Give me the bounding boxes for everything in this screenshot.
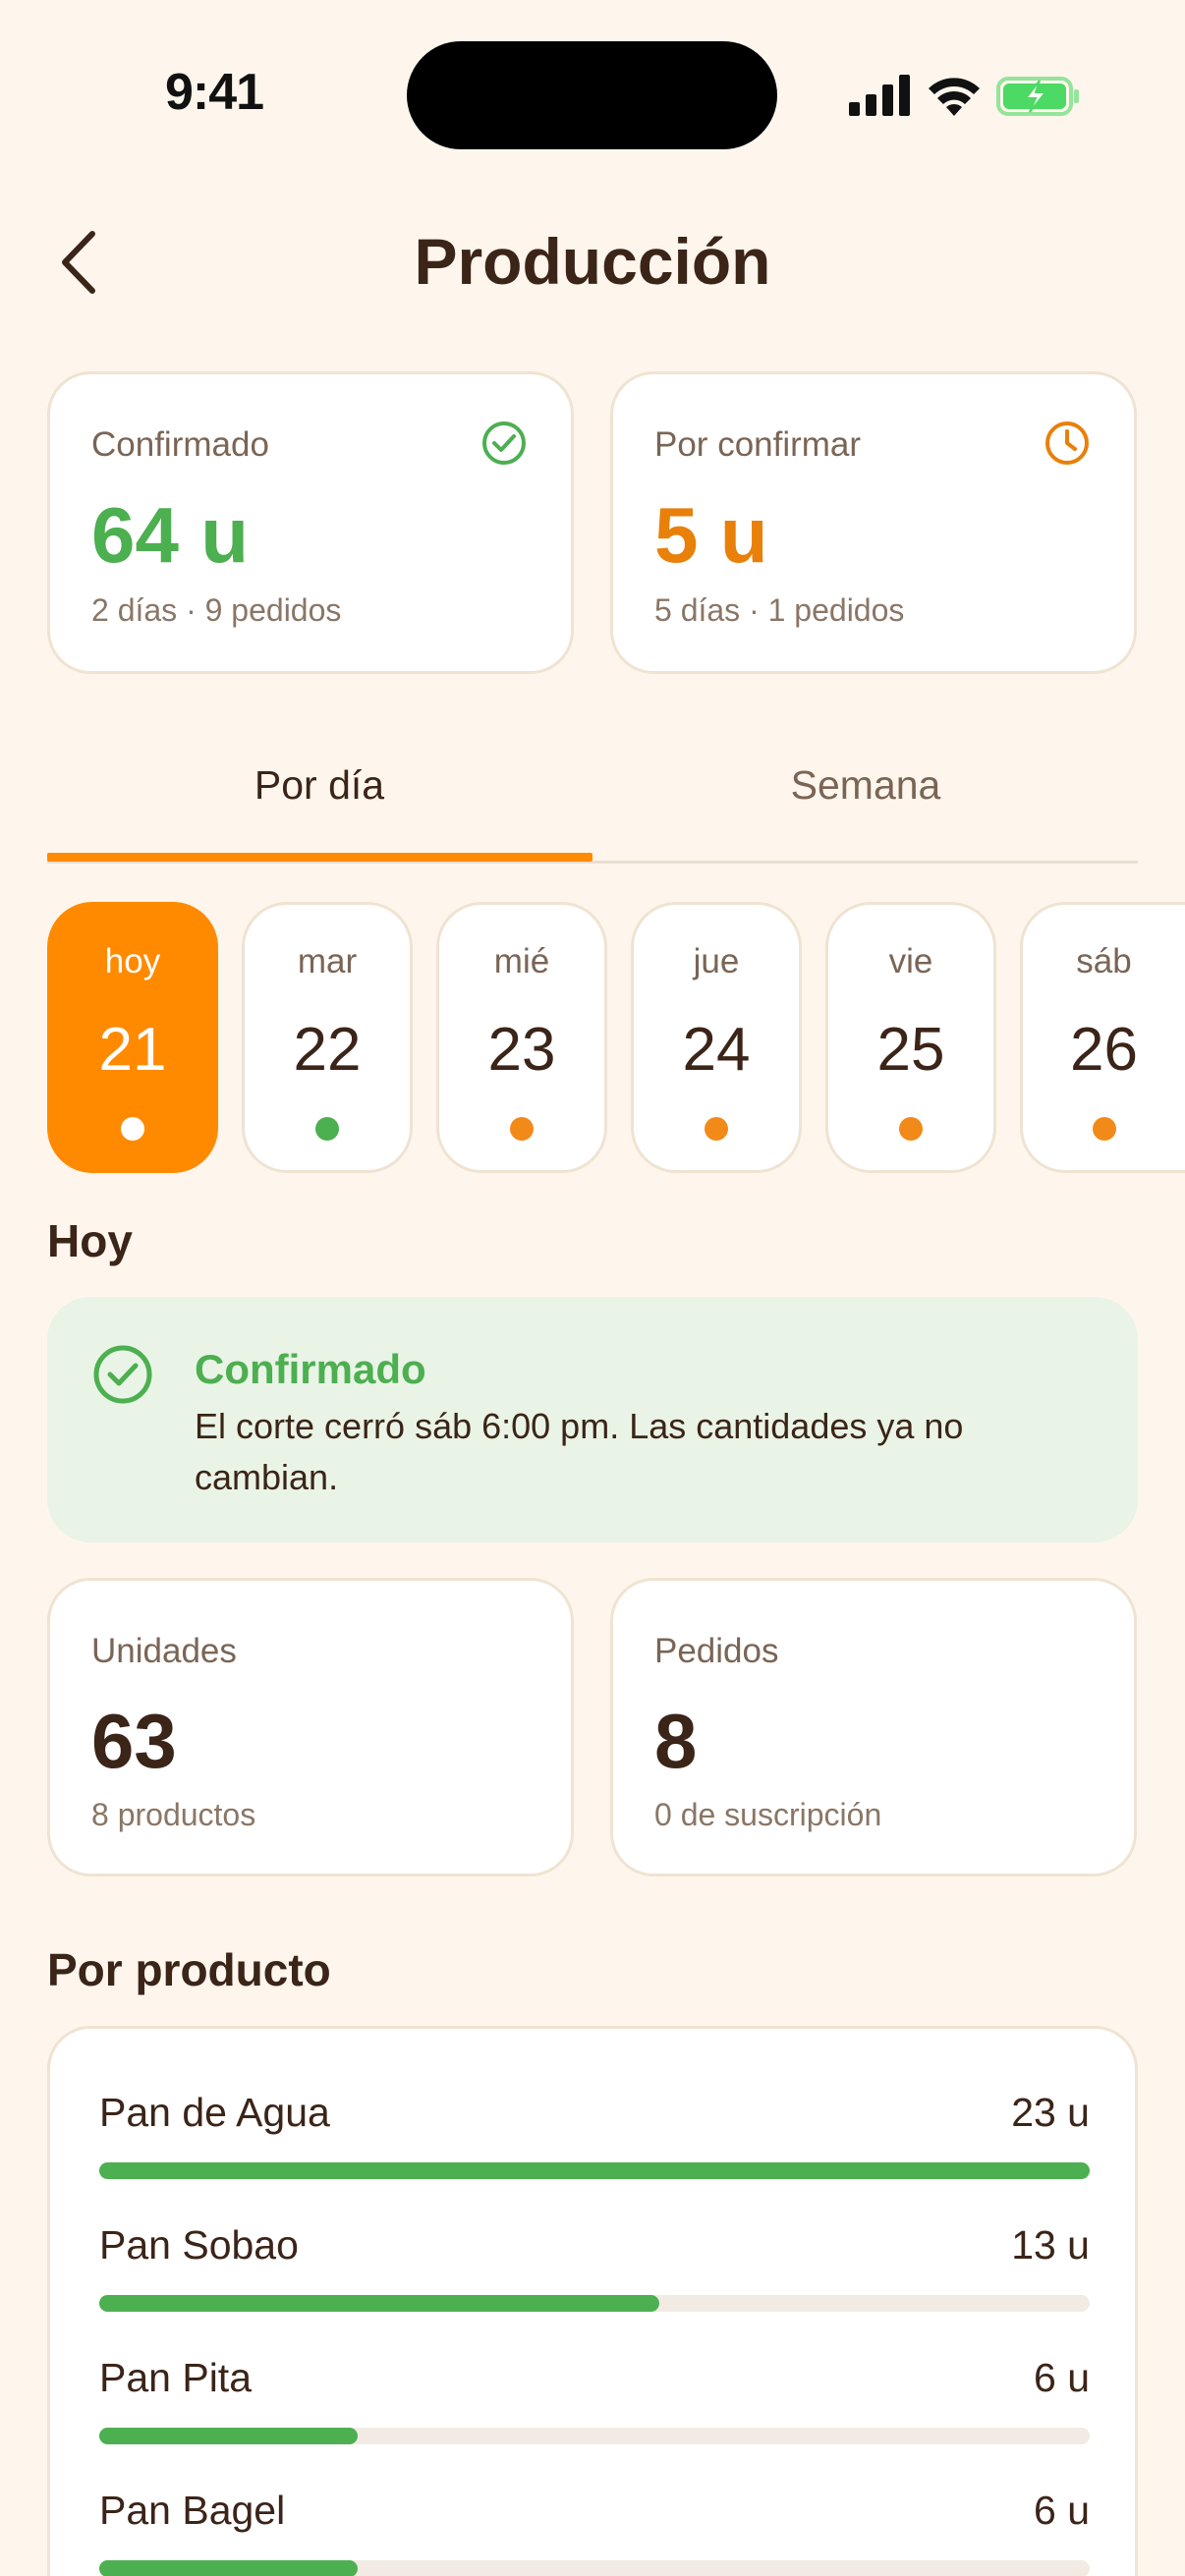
product-qty: 23 u — [1011, 2090, 1090, 2135]
orders-value: 8 — [654, 1698, 698, 1784]
confirmed-status-banner: Confirmado El corte cerró sáb 6:00 pm. L… — [47, 1297, 1138, 1542]
orders-label: Pedidos — [654, 1632, 779, 1670]
confirmed-sub: 2 días · 9 pedidos — [91, 592, 342, 628]
day-pill-mar[interactable]: mar 22 — [242, 902, 413, 1173]
product-bar-fill — [99, 2162, 1090, 2179]
day-number: 22 — [293, 1016, 362, 1084]
page-title: Producción — [414, 225, 771, 298]
day-pill-hoy[interactable]: hoy 21 — [47, 902, 218, 1173]
day-number: 23 — [487, 1016, 556, 1084]
confirmed-summary-card[interactable]: Confirmado 64 u 2 días · 9 pedidos — [47, 371, 574, 674]
product-name: Pan de Agua — [99, 2090, 330, 2135]
wifi-icon — [929, 78, 980, 116]
dynamic-island — [407, 41, 777, 149]
pending-sub: 5 días · 1 pedidos — [654, 592, 905, 628]
day-number: 21 — [98, 1016, 167, 1084]
day-status-dot — [510, 1117, 534, 1141]
day-name: sáb — [1076, 942, 1132, 980]
confirmed-label: Confirmado — [91, 425, 269, 464]
tab-semana[interactable]: Semana — [593, 762, 1138, 809]
tab-active-indicator — [47, 853, 592, 862]
status-time: 9:41 — [165, 64, 264, 121]
product-qty: 13 u — [1011, 2222, 1090, 2268]
today-section-title: Hoy — [47, 1215, 133, 1266]
product-bar-track — [99, 2162, 1090, 2179]
day-status-dot — [705, 1117, 728, 1141]
product-name: Pan Bagel — [99, 2488, 286, 2533]
day-pill-jue[interactable]: jue 24 — [631, 902, 802, 1173]
check-circle-icon — [482, 421, 526, 465]
products-section-title: Por producto — [47, 1944, 331, 1995]
check-circle-icon — [93, 1345, 152, 1404]
product-bar-track — [99, 2428, 1090, 2444]
day-number: 24 — [682, 1016, 751, 1084]
product-bar-fill — [99, 2295, 659, 2312]
pending-label: Por confirmar — [654, 425, 862, 464]
clock-icon — [1045, 421, 1089, 465]
day-name: hoy — [104, 942, 161, 980]
units-label: Unidades — [91, 1632, 237, 1670]
confirmed-value: 64 u — [91, 491, 250, 579]
product-bar-fill — [99, 2428, 359, 2444]
products-card: Pan de Agua 23 u Pan Sobao 13 u Pan Pita… — [47, 2026, 1138, 2576]
battery-charging-icon — [996, 77, 1079, 116]
product-qty: 6 u — [1034, 2488, 1090, 2533]
day-pill-vie[interactable]: vie 25 — [825, 902, 996, 1173]
day-number: 26 — [1070, 1016, 1138, 1084]
banner-text: El corte cerró sáb 6:00 pm. Las cantidad… — [195, 1406, 964, 1497]
pending-summary-card[interactable]: Por confirmar 5 u 5 días · 1 pedidos — [610, 371, 1137, 674]
units-stat-card: Unidades 63 8 productos — [47, 1578, 574, 1876]
pending-value: 5 u — [654, 491, 768, 579]
product-qty: 6 u — [1034, 2355, 1090, 2400]
units-sub: 8 productos — [91, 1797, 256, 1832]
day-status-dot — [121, 1117, 144, 1141]
day-pill-sab[interactable]: sáb 26 — [1020, 902, 1185, 1173]
banner-title: Confirmado — [195, 1346, 426, 1392]
day-pill-mie[interactable]: mié 23 — [436, 902, 607, 1173]
day-number: 25 — [876, 1016, 945, 1084]
day-status-dot — [1092, 1117, 1116, 1141]
day-name: mié — [493, 942, 550, 980]
day-name: mar — [297, 942, 358, 980]
product-bar-fill — [99, 2560, 359, 2576]
tab-por-dia[interactable]: Por día — [47, 762, 592, 809]
product-name: Pan Pita — [99, 2355, 252, 2400]
day-name: vie — [888, 942, 933, 980]
day-name: jue — [693, 942, 740, 980]
day-status-dot — [315, 1117, 339, 1141]
orders-sub: 0 de suscripción — [654, 1797, 882, 1832]
cellular-signal-icon — [849, 75, 910, 116]
product-bar-track — [99, 2560, 1090, 2576]
day-status-dot — [899, 1117, 923, 1141]
product-name: Pan Sobao — [99, 2222, 299, 2268]
orders-stat-card: Pedidos 8 0 de suscripción — [610, 1578, 1137, 1876]
units-value: 63 — [91, 1698, 177, 1784]
product-bar-track — [99, 2295, 1090, 2312]
